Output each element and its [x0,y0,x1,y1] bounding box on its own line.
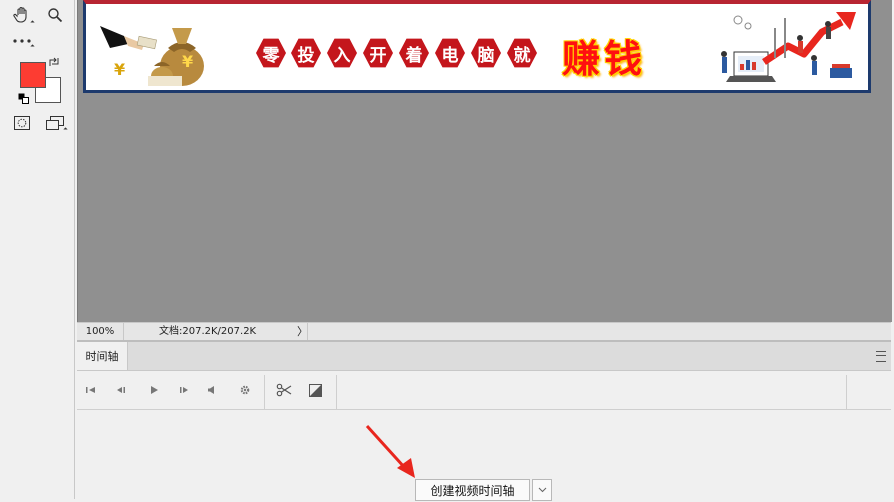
growth-chart-illustration [721,12,856,82]
timeline-controls [77,371,891,410]
banner-char: 入 [327,38,357,68]
next-frame-icon[interactable] [176,382,192,398]
timeline-panel: 时间轴 创建视频时间轴 [77,340,891,501]
foreground-color-swatch[interactable] [20,62,46,88]
swap-colors-icon[interactable] [47,55,61,69]
zoom-icon[interactable] [43,4,67,26]
chevron-down-icon [538,487,546,493]
first-frame-icon[interactable] [83,382,99,398]
tab-timeline[interactable]: 时间轴 [77,342,128,370]
screen-mode-icon[interactable] [43,112,67,134]
audio-icon[interactable] [204,382,220,398]
more-tools-icon[interactable] [10,30,34,52]
banner-char: 投 [291,38,321,68]
panel-menu-icon[interactable] [876,351,886,362]
yen-symbol-bag: ¥ [182,52,194,71]
controls-separator [846,375,847,409]
red-pointer-arrow-icon [365,424,415,478]
zoom-level[interactable]: 100% [77,323,124,340]
quick-mask-icon[interactable] [10,112,34,134]
settings-icon[interactable] [237,382,253,398]
status-separator [307,323,308,340]
banner-char: 着 [399,38,429,68]
prev-frame-icon[interactable] [113,382,129,398]
document-size-info: 文档:207.2K/207.2K [159,326,257,337]
default-colors-icon[interactable] [17,92,29,104]
play-icon[interactable] [146,382,162,398]
yen-symbol-left: ¥ [114,60,126,79]
tools-panel [0,0,75,499]
banner-char: 零 [256,38,286,68]
banner-char: 电 [435,38,465,68]
timeline-tab-bar: 时间轴 [77,342,891,371]
banner-char: 就 [507,38,537,68]
controls-separator [264,375,265,409]
controls-separator [336,375,337,409]
banner-highlight-text: 赚钱 [562,37,647,81]
split-icon[interactable] [275,382,293,398]
status-bar: 100% 文档:207.2K/207.2K 〉 [77,322,891,340]
banner-char: 开 [363,38,393,68]
create-video-timeline-button[interactable]: 创建视频时间轴 [415,479,530,501]
transition-icon[interactable] [307,382,323,398]
document-canvas[interactable]: ¥ ¥ 零 投 入 开 着 电 脑 就 赚钱 [77,0,892,322]
create-timeline-dropdown[interactable] [532,479,552,501]
banner-image: ¥ ¥ 零 投 入 开 着 电 脑 就 赚钱 [83,0,871,93]
banner-char: 脑 [471,38,501,68]
